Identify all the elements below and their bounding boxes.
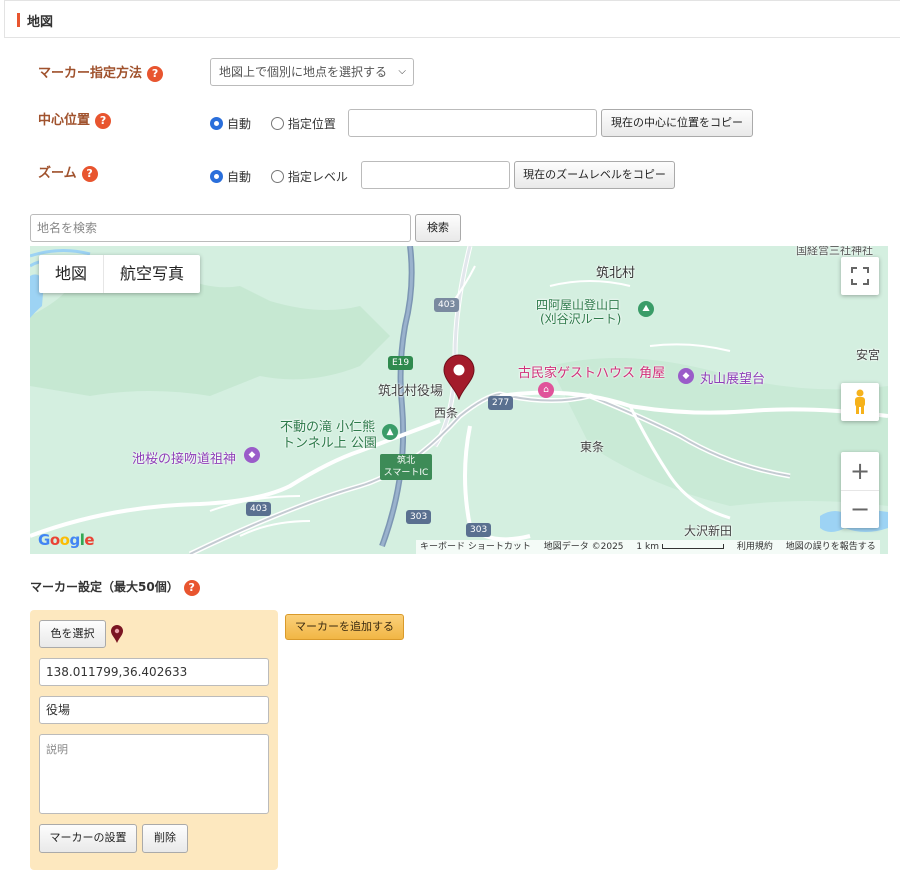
map-type-map-button[interactable]: 地図 (39, 255, 103, 293)
select-color-button[interactable]: 色を選択 (39, 620, 106, 648)
map-label-ankyu: 安宮 (856, 348, 881, 362)
map-type-satellite-button[interactable]: 航空写真 (103, 255, 200, 293)
marker-settings-heading-text: マーカー設定（最大50個） (30, 580, 179, 594)
zoom-level-radio[interactable] (270, 170, 284, 183)
map-label-shrine: 国経営三社神社 (796, 246, 873, 257)
road-shield: 403 (434, 298, 460, 312)
map-label-nishijo: 西条 (434, 406, 459, 420)
marker-method-select[interactable]: 地図上で個別に地点を選択する ⌵ (210, 58, 414, 86)
shrine-icon[interactable]: ◆ (244, 447, 260, 463)
map-label-shiazaya-route: (刈谷沢ルート) (540, 312, 622, 326)
center-label-text: 中心位置 (38, 113, 91, 128)
center-label: 中心位置? (38, 109, 112, 129)
zoom-level-label: 指定レベル (287, 170, 348, 184)
map-label-chikuhoku: 筑北村 (596, 266, 636, 281)
marker-name-input[interactable]: 役場 (39, 696, 269, 724)
google-logo: Google (38, 531, 95, 549)
keyboard-shortcuts-link[interactable]: キーボード ショートカット (420, 542, 531, 552)
road-shield: 277 (488, 396, 514, 410)
zoom-label: ズーム? (38, 162, 98, 182)
help-icon[interactable]: ? (147, 65, 164, 82)
copy-zoom-button[interactable]: 現在のズームレベルをコピー (514, 161, 675, 189)
map-label-tojo: 東条 (580, 440, 605, 454)
lodging-icon[interactable]: ⌂ (538, 382, 554, 398)
marker-method-selected: 地図上で個別に地点を選択する (219, 65, 388, 79)
center-fixed-label: 指定位置 (287, 117, 336, 131)
road-shield: E19 (388, 356, 414, 370)
map-canvas[interactable]: 地図 航空写真 + − 403 E19 277 403 303 303 筑北村 … (30, 246, 888, 554)
map-attribution: キーボード ショートカット 地図データ ©2025 1 km 利用規約 地図の誤… (416, 540, 880, 554)
smart-ic-sign: 筑北 スマートIC (380, 454, 432, 480)
zoom-out-button[interactable]: − (841, 490, 879, 528)
zoom-auto-radio[interactable] (210, 170, 223, 183)
terms-link[interactable]: 利用規約 (737, 542, 773, 552)
fullscreen-icon-glyph (851, 267, 869, 285)
zoom-auto-label: 自動 (227, 170, 252, 184)
chevron-down-icon: ⌵ (398, 66, 406, 77)
hiking-icon[interactable]: ⛰ (638, 301, 654, 317)
center-radio-group: 自動 指定位置 (210, 115, 352, 132)
smart-ic-line-1: 筑北 (396, 456, 415, 466)
scale-bar: 1 km (636, 542, 724, 552)
marker-coords-input[interactable]: 138.011799,36.402633 (39, 658, 269, 686)
search-button[interactable]: 検索 (415, 214, 461, 242)
fullscreen-icon[interactable] (841, 257, 879, 295)
center-auto-label: 自動 (227, 117, 252, 131)
report-error-link[interactable]: 地図の誤りを報告する (786, 542, 876, 552)
zoom-label-text: ズーム (38, 166, 77, 181)
smart-ic-line-2: スマートIC (383, 468, 429, 478)
place-search-input[interactable]: 地名を検索 (30, 214, 411, 242)
road-shield: 403 (246, 502, 272, 516)
zoom-level-input[interactable] (361, 161, 510, 189)
map-label-ikezakura: 池桜の接吻道祖神 (132, 452, 237, 467)
zoom-radio-group: 自動 指定レベル (210, 168, 364, 185)
marker-color-pin-icon (111, 625, 123, 643)
center-auto-radio[interactable] (210, 117, 223, 130)
help-icon[interactable]: ? (95, 112, 112, 129)
map-label-yakuba: 筑北村役場 (378, 384, 444, 399)
marker-settings-heading: マーカー設定（最大50個）? (30, 578, 200, 596)
place-marker-button[interactable]: マーカーの設置 (39, 824, 137, 853)
map-data-credit: 地図データ ©2025 (543, 542, 624, 552)
map-type-control: 地図 航空写真 (39, 255, 201, 293)
road-shield: 303 (406, 510, 432, 524)
copy-center-button[interactable]: 現在の中心に位置をコピー (601, 109, 753, 137)
zoom-control: + − (841, 452, 879, 528)
park-icon[interactable]: ▲ (382, 424, 398, 440)
marker-description-textarea[interactable]: 説明 (39, 734, 269, 814)
road-shield: 303 (466, 523, 492, 537)
help-icon[interactable]: ? (183, 579, 200, 596)
pegman-glyph (855, 389, 865, 414)
scale-bar-line (661, 544, 724, 549)
map-pin-icon[interactable] (442, 354, 476, 400)
map-label-fudo-2: トンネル上 公園 (282, 436, 377, 451)
marker-method-label: マーカー指定方法? (38, 62, 164, 82)
delete-marker-button[interactable]: 削除 (142, 824, 188, 853)
help-icon[interactable]: ? (81, 165, 98, 182)
add-marker-button[interactable]: マーカーを追加する (285, 614, 404, 640)
map-label-kominka: 古民家ゲストハウス 角屋 (518, 366, 666, 381)
marker-card: 色を選択 138.011799,36.402633 役場 説明 マーカーの設置 … (30, 610, 278, 870)
center-position-input[interactable] (348, 109, 597, 137)
section-accent-bar (17, 13, 20, 27)
center-fixed-radio[interactable] (270, 117, 284, 130)
street-view-pegman-icon[interactable] (841, 383, 879, 421)
zoom-in-button[interactable]: + (841, 452, 879, 490)
map-label-osawa: 大沢新田 (684, 524, 733, 538)
section-header: 地図 (4, 0, 900, 38)
viewpoint-icon[interactable]: ◆ (678, 368, 694, 384)
section-title: 地図 (27, 15, 54, 30)
marker-method-label-text: マーカー指定方法 (38, 66, 143, 81)
map-label-maruyama: 丸山展望台 (700, 372, 766, 387)
scale-bar-label: 1 km (636, 542, 659, 552)
